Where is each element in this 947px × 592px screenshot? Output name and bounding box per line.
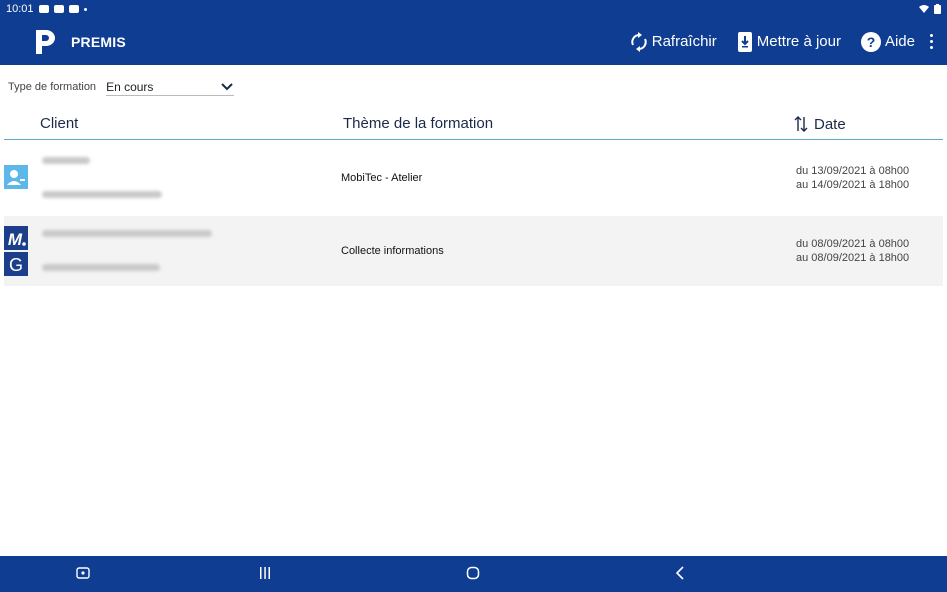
table-row[interactable]: M G Collecte informations du 08/09/2021 … [4, 216, 943, 286]
nav-screenshot-icon[interactable] [76, 566, 90, 580]
help-button[interactable]: ? Aide [860, 31, 915, 52]
more-vert-icon[interactable] [921, 34, 941, 49]
system-status-bar: 10:01 [0, 0, 947, 18]
svg-text:M: M [8, 230, 23, 249]
app-title: PREMIS [71, 33, 126, 50]
svg-text:G: G [9, 255, 23, 275]
client-name-redacted [42, 157, 90, 164]
table-row[interactable]: MobiTec - Atelier du 13/09/2021 à 08h00 … [4, 143, 943, 213]
column-header-date[interactable]: Date [794, 115, 846, 133]
training-type-filter: Type de formation En cours [8, 78, 235, 96]
nav-recent-icon[interactable] [258, 566, 272, 580]
refresh-icon [631, 31, 647, 52]
client-contact-icon [4, 165, 28, 189]
table-header: Client Thème de la formation Date [4, 110, 943, 140]
nav-back-icon[interactable] [674, 566, 688, 580]
youtube-icon [68, 5, 79, 13]
training-theme: Collecte informations [341, 245, 444, 257]
chevron-down-icon [221, 82, 233, 90]
clock: 10:01 [6, 3, 34, 15]
client-detail-redacted [42, 264, 160, 271]
nav-home-icon[interactable] [466, 566, 480, 580]
help-label: Aide [884, 33, 915, 50]
photo-icon [53, 5, 64, 13]
column-header-client[interactable]: Client [40, 115, 78, 132]
cloud-icon [38, 5, 49, 13]
download-icon [737, 31, 752, 52]
date-to: au 08/09/2021 à 18h00 [796, 252, 910, 264]
update-label: Mettre à jour [756, 33, 841, 50]
update-button[interactable]: Mettre à jour [737, 31, 841, 53]
notification-dot-icon [83, 7, 87, 11]
app-toolbar: PREMIS Rafraîchir Mettre à jour ? Aide [0, 18, 947, 65]
client-logo-g-icon: G [4, 252, 28, 276]
sort-icon [794, 116, 808, 132]
refresh-label: Rafraîchir [651, 33, 717, 50]
training-dates: du 13/09/2021 à 08h00 au 14/09/2021 à 18… [796, 164, 909, 192]
date-from: du 13/09/2021 à 08h00 [796, 165, 910, 177]
client-name-redacted [42, 230, 212, 237]
date-header-label: Date [814, 115, 846, 133]
battery-icon [934, 4, 941, 14]
dropdown-value: En cours [106, 79, 154, 94]
refresh-button[interactable]: Rafraîchir [630, 31, 717, 52]
date-from: du 08/09/2021 à 08h00 [796, 238, 910, 250]
help-icon: ? [860, 31, 881, 52]
filter-label: Type de formation [8, 81, 97, 93]
column-header-theme[interactable]: Thème de la formation [343, 115, 493, 132]
training-dates: du 08/09/2021 à 08h00 au 08/09/2021 à 18… [796, 237, 909, 265]
client-logo-m-icon: M [4, 226, 28, 250]
client-detail-redacted [42, 191, 162, 198]
training-type-dropdown[interactable]: En cours [106, 78, 235, 96]
svg-text:?: ? [867, 34, 876, 50]
system-navigation-bar [0, 556, 947, 592]
wifi-icon [919, 5, 929, 13]
training-theme: MobiTec - Atelier [341, 172, 423, 184]
app-logo-icon [33, 27, 59, 57]
date-to: au 14/09/2021 à 18h00 [796, 179, 910, 191]
